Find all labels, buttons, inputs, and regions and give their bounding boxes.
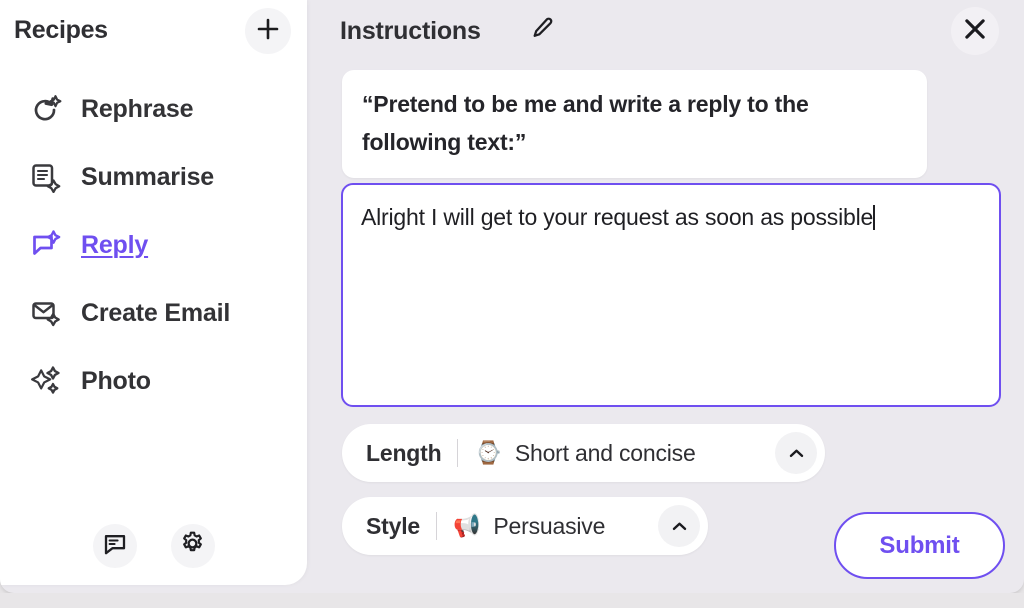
text-caret <box>873 205 875 230</box>
feedback-chat-icon <box>103 532 127 561</box>
sidebar-item-create-email[interactable]: Create Email <box>0 288 307 338</box>
sidebar-item-label: Reply <box>81 231 148 260</box>
window-bottom-strip <box>0 593 1024 608</box>
length-select[interactable]: Length ⌚ Short and concise <box>342 424 825 482</box>
page-title: Instructions <box>340 17 481 46</box>
sidebar-item-rephrase[interactable]: Rephrase <box>0 84 307 134</box>
megaphone-icon: 📢 <box>453 515 480 537</box>
style-label: Style <box>366 513 420 540</box>
instruction-quote-card: “Pretend to be me and write a reply to t… <box>342 70 927 178</box>
sidebar-footer <box>0 524 307 568</box>
envelope-sparkle-icon <box>30 294 70 332</box>
recipe-list: Rephrase Summarise <box>0 84 307 424</box>
compose-text-wrapper: Alright I will get to your request as so… <box>361 201 981 235</box>
sidebar-item-label: Summarise <box>81 163 214 192</box>
sidebar-item-summarise[interactable]: Summarise <box>0 152 307 202</box>
add-recipe-button[interactable] <box>245 8 291 54</box>
sidebar: Recipes Rephrase <box>0 0 307 585</box>
style-value: Persuasive <box>493 513 605 540</box>
sidebar-item-label: Photo <box>81 367 151 396</box>
sidebar-item-label: Rephrase <box>81 95 193 124</box>
document-sparkle-icon <box>30 158 70 196</box>
submit-button[interactable]: Submit <box>834 512 1005 579</box>
rephrase-sparkle-icon <box>30 90 70 128</box>
divider <box>457 439 458 467</box>
pencil-icon <box>530 16 556 47</box>
close-icon <box>962 16 988 47</box>
length-label: Length <box>366 440 441 467</box>
sidebar-item-reply[interactable]: Reply <box>0 220 307 270</box>
feedback-button[interactable] <box>93 524 137 568</box>
plus-icon <box>257 18 279 45</box>
compose-textarea[interactable]: Alright I will get to your request as so… <box>341 183 1001 407</box>
length-value: Short and concise <box>515 440 696 467</box>
divider <box>436 512 437 540</box>
sidebar-header: Recipes <box>0 0 307 62</box>
chat-sparkle-icon <box>30 226 70 264</box>
instruction-quote-text: “Pretend to be me and write a reply to t… <box>362 86 907 162</box>
sidebar-title: Recipes <box>14 16 108 45</box>
app-window: Recipes Rephrase <box>0 0 1024 593</box>
watch-icon: ⌚ <box>474 442 501 464</box>
sidebar-item-photo[interactable]: Photo <box>0 356 307 406</box>
compose-text: Alright I will get to your request as so… <box>361 204 873 230</box>
length-chevron-up-icon[interactable] <box>775 432 817 474</box>
instructions-panel: Instructions “Pretend to be me and write… <box>307 0 1024 593</box>
sidebar-item-label: Create Email <box>81 299 230 328</box>
settings-button[interactable] <box>171 524 215 568</box>
gear-icon <box>180 531 205 561</box>
close-button[interactable] <box>951 7 999 55</box>
edit-instructions-button[interactable] <box>522 10 564 52</box>
style-chevron-up-icon[interactable] <box>658 505 700 547</box>
style-select[interactable]: Style 📢 Persuasive <box>342 497 708 555</box>
sparkles-icon <box>30 362 70 400</box>
